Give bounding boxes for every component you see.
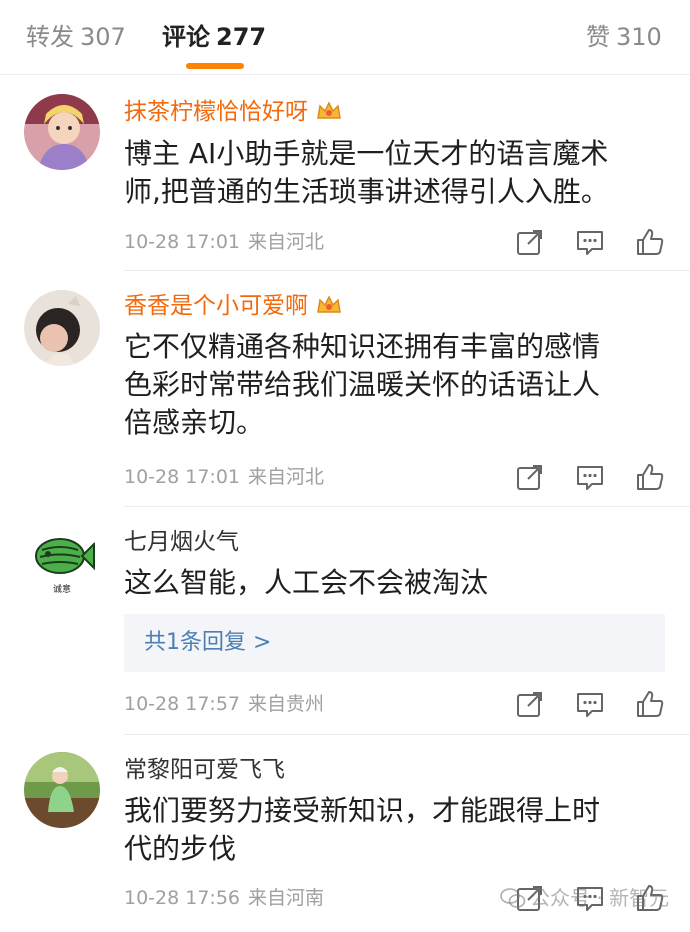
comment-text-line: 倍感亲切。 xyxy=(124,406,265,439)
comment-text-line: 代的步伐 xyxy=(124,832,237,865)
reply-summary-box[interactable]: 共1条回复 > xyxy=(124,614,665,672)
comment-text-line: 这么智能，人工会不会被淘汰 xyxy=(124,566,489,599)
tab-repost-count: 307 xyxy=(80,23,126,51)
avatar-caption: 诚意 xyxy=(53,583,71,595)
tab-likes[interactable]: 赞 310 xyxy=(586,20,662,54)
comment-icon[interactable] xyxy=(575,462,605,492)
comment-text: 我们要努力接受新知识，才能跟得上时 代的步伐 xyxy=(124,792,654,868)
tabs-divider xyxy=(0,74,690,75)
tab-repost[interactable]: 转发 307 xyxy=(26,20,126,54)
comment-actions xyxy=(512,462,672,492)
comment-meta: 10-28 17:01 来自河北 xyxy=(124,229,324,255)
comment-actions xyxy=(512,227,672,257)
comment-text: 它不仅精通各种知识还拥有丰富的感情 色彩时常带给我们温暖关怀的话语让人 倍感亲切… xyxy=(124,328,654,442)
comment-location: 来自河北 xyxy=(248,466,325,488)
like-icon[interactable] xyxy=(635,689,665,719)
like-icon[interactable] xyxy=(635,462,665,492)
comment-username[interactable]: 常黎阳可爱飞飞 xyxy=(124,755,285,785)
active-tab-indicator xyxy=(186,63,244,69)
avatar[interactable] xyxy=(24,752,100,828)
avatar[interactable]: 诚意 xyxy=(24,524,100,600)
comment-actions xyxy=(512,689,672,719)
share-icon[interactable] xyxy=(515,227,545,257)
comment-username[interactable]: 抹茶柠檬恰恰好呀 xyxy=(124,97,342,127)
comment-text-line: 博主 AI小助手就是一位天才的语言魔术 xyxy=(124,137,609,170)
share-icon[interactable] xyxy=(515,462,545,492)
username-text: 香香是个小可爱啊 xyxy=(124,293,308,319)
watermark-text: 公众号 · 新智元 xyxy=(530,886,670,910)
vip-crown-icon xyxy=(317,295,341,313)
comment-time: 10-28 17:01 xyxy=(124,466,241,488)
comment-text: 博主 AI小助手就是一位天才的语言魔术 师,把普通的生活琐事讲述得引人入胜。 xyxy=(124,135,654,211)
comment-meta: 10-28 17:01 来自河北 xyxy=(124,464,324,490)
tab-bar: 转发 307 评论 277 赞 310 xyxy=(0,0,690,74)
comment-username[interactable]: 香香是个小可爱啊 xyxy=(124,291,342,321)
comment-text-line: 我们要努力接受新知识，才能跟得上时 xyxy=(124,794,601,827)
share-icon[interactable] xyxy=(515,689,545,719)
comment-icon[interactable] xyxy=(575,689,605,719)
comment-icon[interactable] xyxy=(575,227,605,257)
tab-comments-count: 277 xyxy=(216,23,267,51)
comment-location: 来自河北 xyxy=(248,231,325,253)
comment-time: 10-28 17:01 xyxy=(124,231,241,253)
comment-username[interactable]: 七月烟火气 xyxy=(124,527,239,557)
comment-divider xyxy=(124,506,690,507)
comment-time: 10-28 17:57 xyxy=(124,693,241,715)
tab-likes-count: 310 xyxy=(616,23,662,51)
comment-time: 10-28 17:56 xyxy=(124,887,241,909)
username-text: 抹茶柠檬恰恰好呀 xyxy=(124,99,308,125)
comment-divider xyxy=(124,734,690,735)
comment-text: 这么智能，人工会不会被淘汰 xyxy=(124,564,654,602)
comment-location: 来自河南 xyxy=(248,887,325,909)
comment-meta: 10-28 17:56 来自河南 xyxy=(124,885,324,911)
comment-text-line: 师,把普通的生活琐事讲述得引人入胜。 xyxy=(124,175,609,208)
avatar[interactable] xyxy=(24,94,100,170)
reply-summary-link[interactable]: 共1条回复 > xyxy=(144,628,271,658)
vip-crown-icon xyxy=(317,101,341,119)
tab-comments[interactable]: 评论 277 xyxy=(162,20,266,54)
tab-repost-label: 转发 xyxy=(26,23,74,51)
watermark: 公众号 · 新智元 xyxy=(500,884,669,912)
comment-text-line: 它不仅精通各种知识还拥有丰富的感情 xyxy=(124,330,601,363)
avatar[interactable] xyxy=(24,290,100,366)
username-text: 七月烟火气 xyxy=(124,529,239,555)
tab-comments-label: 评论 xyxy=(162,23,210,51)
comment-meta: 10-28 17:57 来自贵州 xyxy=(124,691,324,717)
wechat-icon xyxy=(500,888,526,908)
comment-divider xyxy=(124,270,690,271)
like-icon[interactable] xyxy=(635,227,665,257)
tab-likes-label: 赞 xyxy=(586,23,610,51)
comment-location: 来自贵州 xyxy=(248,693,325,715)
username-text: 常黎阳可爱飞飞 xyxy=(124,757,285,783)
comment-text-line: 色彩时常带给我们温暖关怀的话语让人 xyxy=(124,368,601,401)
